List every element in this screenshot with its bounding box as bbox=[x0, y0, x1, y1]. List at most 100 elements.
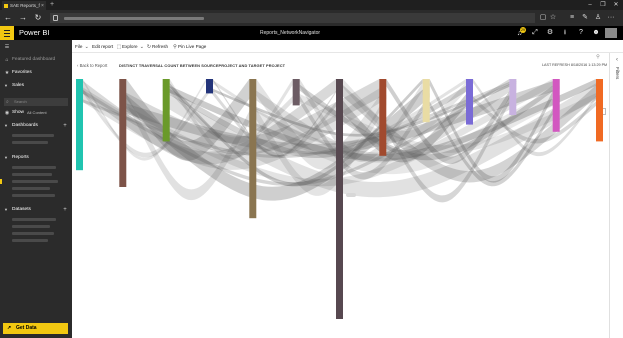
chevron-down-icon: ▼ bbox=[4, 155, 8, 160]
hub-icon[interactable]: ≡ bbox=[567, 13, 577, 23]
command-bar: File ⌄ Edit report ⬚Explore ⌄ ↻Refresh ⚲… bbox=[72, 40, 623, 53]
avatar[interactable] bbox=[605, 28, 617, 38]
download-icon[interactable]: ⭳ bbox=[560, 28, 570, 38]
report-item-redacted[interactable] bbox=[12, 166, 56, 169]
nav-reports[interactable]: ▼ Reports bbox=[0, 153, 72, 163]
nav-dashboards[interactable]: ▼ Dashboards + bbox=[0, 121, 72, 131]
sankey-node[interactable] bbox=[119, 79, 127, 187]
nav-show-filter[interactable]: ◉ Show All Content bbox=[0, 108, 72, 118]
report-item-redacted[interactable] bbox=[12, 173, 52, 176]
dashboard-item-redacted[interactable] bbox=[12, 134, 54, 137]
edit-report-button[interactable]: Edit report bbox=[92, 40, 113, 53]
sankey-node[interactable] bbox=[249, 79, 257, 219]
search-icon: ⌕ bbox=[6, 99, 9, 105]
dataset-item-redacted[interactable] bbox=[12, 225, 50, 228]
show-select[interactable]: All Content bbox=[27, 108, 47, 118]
notification-count: 29 bbox=[520, 27, 526, 33]
report-item-redacted[interactable] bbox=[12, 187, 50, 190]
visual-title: DISTINCT TRAVERSAL COUNT BETWEEN SOURCEP… bbox=[119, 63, 286, 68]
smiley-icon[interactable]: ☻ bbox=[591, 28, 601, 38]
chevron-left-icon[interactable]: ‹ bbox=[613, 56, 621, 64]
dashboard-item-redacted[interactable] bbox=[12, 141, 48, 144]
sankey-node[interactable] bbox=[596, 79, 603, 142]
url-field[interactable] bbox=[50, 13, 535, 23]
add-dashboard-icon[interactable]: + bbox=[62, 121, 68, 131]
filters-label: Filters bbox=[615, 67, 620, 80]
chevron-down-icon: ▼ bbox=[4, 123, 8, 128]
url-text-redacted bbox=[64, 16, 204, 20]
sankey-node[interactable] bbox=[379, 79, 387, 156]
explore-menu[interactable]: ⬚Explore ⌄ bbox=[116, 40, 145, 53]
help-icon[interactable]: ? bbox=[576, 28, 586, 38]
nav-favorites[interactable]: ★ Favorites bbox=[0, 68, 72, 78]
expand-icon[interactable]: ⤢ bbox=[530, 28, 540, 38]
nav-dashboards-label: Dashboards bbox=[12, 123, 38, 128]
dataset-item-redacted[interactable] bbox=[12, 232, 54, 235]
browser-tab-bar: SAE Reports_f × + – ❐ ✕ bbox=[0, 0, 623, 10]
nav-datasets-label: Datasets bbox=[12, 207, 31, 212]
nav-workspace[interactable]: ▼ Sales bbox=[0, 81, 72, 91]
window-close-icon[interactable]: ✕ bbox=[610, 0, 622, 10]
filters-pane[interactable]: ‹ Filters bbox=[609, 53, 623, 338]
back-icon[interactable]: ← bbox=[3, 13, 13, 23]
dataset-item-redacted[interactable] bbox=[12, 218, 56, 221]
nav-favorites-label: Favorites bbox=[12, 70, 32, 75]
chevron-down-icon: ▼ bbox=[4, 83, 8, 88]
show-label: Show bbox=[12, 110, 24, 115]
minimize-icon[interactable]: – bbox=[584, 0, 596, 10]
notification-button[interactable]: ♫ 29 bbox=[515, 27, 526, 38]
get-data-button[interactable]: ↗ Get Data bbox=[3, 323, 68, 334]
tab-title: SAE Reports_f bbox=[10, 3, 40, 8]
nav-collapse[interactable]: ☰ bbox=[0, 42, 72, 52]
share-icon[interactable]: ♙ bbox=[593, 13, 603, 23]
refresh-button[interactable]: ↻Refresh bbox=[146, 40, 168, 53]
new-tab-icon[interactable]: + bbox=[48, 1, 56, 9]
star-icon: ★ bbox=[4, 70, 10, 76]
sankey-node[interactable] bbox=[466, 79, 473, 125]
restore-icon[interactable]: ❐ bbox=[597, 0, 609, 10]
sankey-node[interactable] bbox=[552, 79, 560, 132]
more-icon[interactable]: ··· bbox=[606, 13, 616, 23]
dataset-item-redacted[interactable] bbox=[12, 239, 48, 242]
powerbi-header: Power BI Reports_NetworkNavigator ♫ 29 ⤢… bbox=[0, 26, 623, 40]
powerbi-favicon bbox=[4, 3, 8, 8]
nav-datasets[interactable]: ▼ Datasets + bbox=[0, 205, 72, 215]
search-input[interactable]: ⌕ Search bbox=[4, 98, 68, 106]
active-item-indicator bbox=[0, 179, 2, 184]
report-title: Reports_NetworkNavigator bbox=[260, 30, 321, 36]
favorite-star-icon[interactable]: ☆ bbox=[548, 13, 558, 23]
last-refresh-text: LAST REFRESH 8/18/2016 1:13:29 PM bbox=[542, 63, 608, 67]
sankey-node[interactable] bbox=[509, 79, 517, 115]
sankey-node[interactable] bbox=[162, 79, 170, 142]
sankey-node[interactable] bbox=[76, 79, 83, 171]
pin-visual-icon[interactable]: ⚲ bbox=[594, 54, 602, 61]
nav-reports-label: Reports bbox=[12, 155, 29, 160]
scroll-handle[interactable] bbox=[346, 193, 356, 197]
refresh-icon[interactable]: ↻ bbox=[33, 13, 43, 23]
pin-live-page-button[interactable]: ⚲Pin Live Page bbox=[172, 40, 206, 53]
nav-featured[interactable]: ⌂ Featured dashboard bbox=[0, 55, 72, 65]
browser-tab[interactable]: SAE Reports_f × bbox=[2, 1, 46, 10]
left-nav: ☰ ⌂ Featured dashboard ★ Favorites ▼ Sal… bbox=[0, 40, 72, 338]
reading-view-icon[interactable]: ▢ bbox=[538, 13, 548, 23]
forward-icon[interactable]: → bbox=[18, 13, 28, 23]
hamburger-icon: ☰ bbox=[4, 44, 10, 50]
file-menu[interactable]: File ⌄ bbox=[75, 40, 90, 53]
add-dataset-icon[interactable]: + bbox=[62, 205, 68, 215]
tab-close-icon[interactable]: × bbox=[39, 2, 46, 10]
report-canvas: ⚲ ‹ Back to Report DISTINCT TRAVERSAL CO… bbox=[72, 53, 609, 338]
app-launcher-icon[interactable] bbox=[0, 26, 14, 40]
settings-icon[interactable]: ⚙ bbox=[545, 28, 555, 38]
report-item-redacted[interactable] bbox=[12, 194, 55, 197]
sankey-chart[interactable] bbox=[72, 75, 609, 338]
search-placeholder: Search bbox=[14, 99, 27, 104]
nav-featured-label: Featured dashboard bbox=[12, 57, 56, 62]
brand-title[interactable]: Power BI bbox=[19, 28, 49, 38]
report-item-redacted[interactable] bbox=[12, 180, 58, 183]
sankey-node[interactable] bbox=[336, 79, 343, 319]
sankey-node[interactable] bbox=[206, 79, 213, 94]
back-to-report-link[interactable]: ‹ Back to Report bbox=[77, 62, 107, 69]
sankey-node[interactable] bbox=[422, 79, 430, 123]
sankey-node[interactable] bbox=[292, 79, 300, 106]
web-note-icon[interactable]: ✎ bbox=[580, 13, 590, 23]
